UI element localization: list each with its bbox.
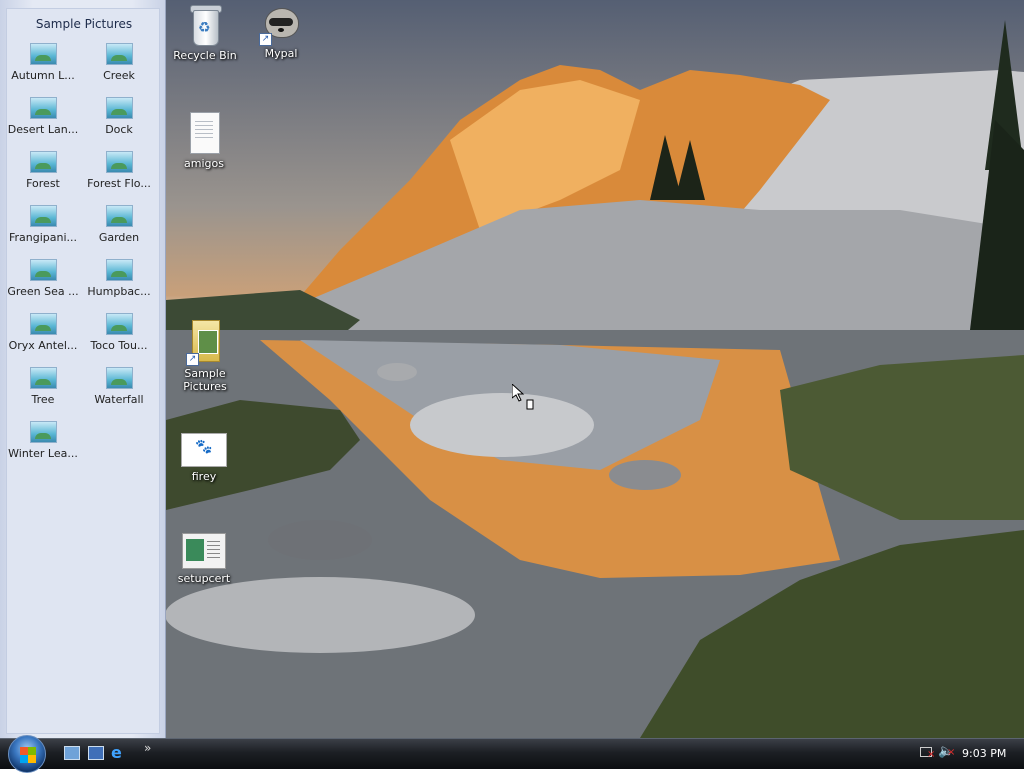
mypal-shortcut-icon[interactable]: ↗ Mypal [245, 4, 317, 60]
sample-pictures-label: Sample Pictures [183, 367, 227, 393]
sample-picture-item[interactable]: Forest Flo... [83, 151, 155, 195]
firey-file-icon[interactable]: 🐾 firey [168, 433, 240, 483]
sample-picture-item[interactable]: Toco Tou... [83, 313, 155, 357]
setupcert-file-icon[interactable]: setupcert [168, 533, 240, 585]
picture-thumbnail-icon [105, 151, 133, 173]
sample-picture-label: Desert Lan... [7, 123, 79, 136]
sample-picture-item[interactable]: Dock [83, 97, 155, 141]
shortcut-arrow-icon: ↗ [259, 33, 272, 46]
picture-thumbnail-icon [105, 43, 133, 65]
busy-cursor-icon [512, 384, 534, 410]
picture-thumbnail-icon [105, 367, 133, 389]
gadget-title: Sample Pictures [35, 17, 133, 31]
sample-picture-item[interactable]: Green Sea ... [7, 259, 79, 303]
picture-thumbnail-icon [29, 367, 57, 389]
setupcert-label: setupcert [177, 572, 231, 585]
firey-image-icon: 🐾 [181, 433, 227, 467]
pictures-folder-icon: ↗ [186, 318, 222, 366]
sample-picture-item[interactable]: Garden [83, 205, 155, 249]
sample-picture-item[interactable]: Forest [7, 151, 79, 195]
network-disconnected-icon[interactable] [920, 747, 935, 760]
picture-thumbnail-icon [105, 313, 133, 335]
raccoon-icon: ↗ [259, 4, 301, 46]
picture-thumbnail-icon [29, 151, 57, 173]
taskbar: e » 🔈 × 9:03 PM [0, 735, 1024, 773]
amigos-file-icon[interactable]: amigos [168, 112, 240, 170]
sample-pictures-grid: Autumn L... Creek Desert Lan... Dock Forest F… [7, 43, 161, 465]
recycle-bin-label: Recycle Bin [173, 49, 237, 62]
sample-picture-label: Garden [98, 231, 140, 244]
sample-picture-label: Humpbac... [87, 285, 151, 298]
sample-picture-label: Winter Lea... [8, 447, 78, 460]
slideshow-gadget: Sample Pictures Autumn L... Creek Desert L… [6, 8, 160, 734]
start-button[interactable] [8, 735, 46, 773]
picture-thumbnail-icon [29, 313, 57, 335]
sample-picture-label: Oryx Antel... [8, 339, 78, 352]
sample-picture-label: Waterfall [94, 393, 144, 406]
amigos-label: amigos [184, 157, 224, 170]
sample-picture-label: Dock [105, 123, 133, 136]
quick-launch-more-button[interactable]: » [144, 741, 160, 755]
sample-picture-label: Toco Tou... [90, 339, 148, 352]
sample-picture-label: Creek [103, 69, 135, 82]
sample-picture-label: Tree [31, 393, 55, 406]
recycle-bin-graphic: ♻ [189, 4, 222, 46]
show-desktop-icon[interactable] [64, 746, 80, 760]
picture-thumbnail-icon [29, 97, 57, 119]
sample-picture-item[interactable]: Oryx Antel... [7, 313, 79, 357]
sample-picture-label: Forest Flo... [87, 177, 151, 190]
sample-picture-label: Frangipani... [8, 231, 78, 244]
picture-thumbnail-icon [29, 205, 57, 227]
shortcut-arrow-icon: ↗ [186, 353, 199, 366]
windows-sidebar: Sample Pictures Autumn L... Creek Desert L… [0, 0, 166, 738]
internet-explorer-icon[interactable]: e [111, 743, 127, 762]
sample-picture-item[interactable]: Frangipani... [7, 205, 79, 249]
firey-label: firey [191, 470, 217, 483]
notification-area: 🔈 × 9:03 PM [914, 739, 1024, 769]
sample-pictures-shortcut-icon[interactable]: ↗ Sample Pictures [169, 318, 241, 393]
picture-thumbnail-icon [29, 421, 57, 443]
setupcert-icon [182, 533, 226, 569]
sample-picture-item[interactable]: Winter Lea... [7, 421, 79, 465]
volume-muted-icon: × [947, 747, 956, 758]
mypal-label: Mypal [264, 47, 298, 60]
switch-windows-icon[interactable] [88, 746, 104, 760]
picture-thumbnail-icon [29, 43, 57, 65]
picture-thumbnail-icon [29, 259, 57, 281]
sample-picture-label: Autumn L... [11, 69, 75, 82]
windows-logo-icon [20, 747, 36, 763]
sample-picture-item[interactable]: Humpbac... [83, 259, 155, 303]
text-document-icon [188, 112, 220, 154]
sample-picture-label: Green Sea ... [7, 285, 79, 298]
clock[interactable]: 9:03 PM [962, 747, 1006, 760]
sample-picture-item[interactable]: Waterfall [83, 367, 155, 411]
picture-thumbnail-icon [105, 205, 133, 227]
picture-thumbnail-icon [105, 259, 133, 281]
picture-thumbnail-icon [105, 97, 133, 119]
sample-picture-item[interactable]: Desert Lan... [7, 97, 79, 141]
sample-picture-label: Forest [26, 177, 60, 190]
recycle-bin-icon[interactable]: ♻ Recycle Bin [169, 4, 241, 62]
sample-picture-item[interactable]: Tree [7, 367, 79, 411]
sample-picture-item[interactable]: Autumn L... [7, 43, 79, 87]
sample-picture-item[interactable]: Creek [83, 43, 155, 87]
